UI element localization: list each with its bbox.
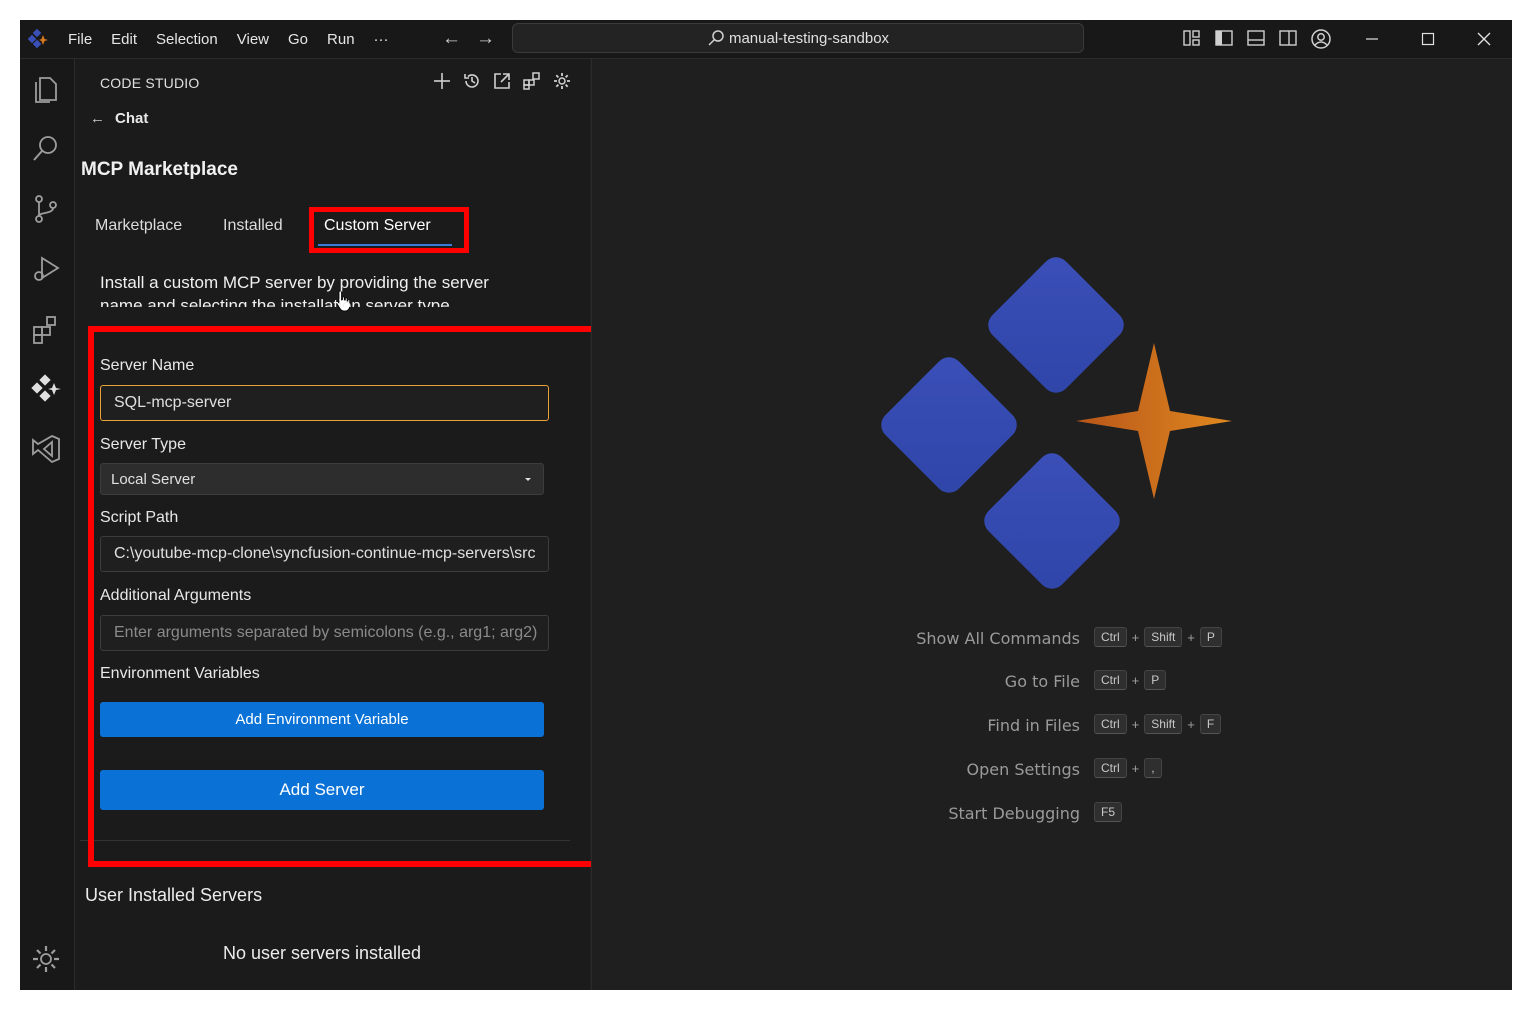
shortcut-label: Start Debugging xyxy=(948,804,1080,823)
key-p: P xyxy=(1144,670,1167,690)
menu-file[interactable]: File xyxy=(68,31,92,48)
search-text: manual-testing-sandbox xyxy=(728,29,890,47)
back-arrow-icon: ← xyxy=(90,110,105,127)
toggle-secondary-sidebar-icon[interactable] xyxy=(1278,28,1298,48)
toggle-panel-icon[interactable] xyxy=(1246,28,1266,48)
highlight-box-form xyxy=(88,326,617,867)
settings-gear-icon[interactable] xyxy=(30,943,62,975)
shortcut-keys: Ctrl + Shift + P xyxy=(1094,627,1222,647)
explorer-icon[interactable] xyxy=(30,73,62,105)
menu-bar: File Edit Selection View Go Run ··· xyxy=(68,20,408,58)
maximize-button[interactable] xyxy=(1400,20,1456,58)
key-f5: F5 xyxy=(1094,802,1123,822)
editor-area: Show All Commands Ctrl + Shift + P Go to F… xyxy=(591,59,1512,990)
menu-view[interactable]: View xyxy=(237,31,269,48)
key-ctrl: Ctrl xyxy=(1094,714,1127,734)
shortcut-label: Go to File xyxy=(1004,672,1080,691)
forward-arrow-icon[interactable]: → xyxy=(476,28,495,50)
sidebar-title: CODE STUDIO xyxy=(100,75,200,91)
close-button[interactable] xyxy=(1456,20,1512,58)
menu-edit[interactable]: Edit xyxy=(111,31,137,48)
app-logo-icon xyxy=(28,29,48,49)
code-studio-icon[interactable] xyxy=(30,373,62,405)
source-control-icon[interactable] xyxy=(30,193,62,225)
shortcut-keys: Ctrl + , xyxy=(1094,758,1162,778)
menu-selection[interactable]: Selection xyxy=(156,31,218,48)
customize-layout-icon[interactable] xyxy=(1182,28,1202,48)
key-p: P xyxy=(1199,627,1222,647)
key-ctrl: Ctrl xyxy=(1094,670,1127,690)
shortcut-label: Show All Commands xyxy=(916,629,1080,648)
shortcut-keys: Ctrl + P xyxy=(1094,670,1167,690)
run-debug-icon[interactable] xyxy=(30,253,62,285)
key-comma: , xyxy=(1144,758,1162,778)
custom-server-description: Install a custom MCP server by providing… xyxy=(100,273,489,307)
menu-run[interactable]: Run xyxy=(327,31,355,48)
gear-icon[interactable] xyxy=(552,71,572,91)
menu-more[interactable]: ··· xyxy=(374,31,389,48)
visual-studio-icon[interactable] xyxy=(30,433,62,465)
history-icon[interactable] xyxy=(462,71,482,91)
code-studio-logo-icon xyxy=(881,257,1232,589)
shortcut-find-in-files: Find in Files Ctrl + Shift + F xyxy=(592,714,1222,738)
shortcut-go-to-file: Go to File Ctrl + P xyxy=(592,670,1167,694)
close-icon xyxy=(1477,32,1491,46)
account-icon[interactable] xyxy=(1310,28,1332,50)
layout-controls xyxy=(1182,28,1344,50)
new-chat-plus-icon[interactable] xyxy=(432,71,452,91)
app-window: File Edit Selection View Go Run ··· ← → … xyxy=(20,20,1512,990)
shortcut-show-all-commands: Show All Commands Ctrl + Shift + P xyxy=(592,627,1222,651)
no-user-servers-message: No user servers installed xyxy=(222,943,422,963)
search-icon[interactable] xyxy=(30,133,62,165)
tab-marketplace[interactable]: Marketplace xyxy=(95,217,182,235)
key-shift: Shift xyxy=(1144,714,1183,734)
maximize-icon xyxy=(1421,32,1435,46)
minimize-button[interactable] xyxy=(1344,20,1400,58)
key-ctrl: Ctrl xyxy=(1094,758,1127,778)
title-bar: File Edit Selection View Go Run ··· ← → … xyxy=(20,20,1512,59)
shortcut-label: Open Settings xyxy=(966,760,1080,779)
shortcut-keys: F5 xyxy=(1094,802,1123,822)
back-arrow-icon[interactable]: ← xyxy=(442,28,461,50)
shortcut-keys: Ctrl + Shift + F xyxy=(1094,714,1222,734)
shortcut-label: Find in Files xyxy=(987,716,1080,735)
highlight-box-tab xyxy=(309,207,469,253)
menu-go[interactable]: Go xyxy=(288,31,308,48)
shortcut-open-settings: Open Settings Ctrl + , xyxy=(592,758,1162,782)
extensions-icon[interactable] xyxy=(30,313,62,345)
key-ctrl: Ctrl xyxy=(1094,627,1127,647)
search-icon xyxy=(708,30,724,46)
page-title: MCP Marketplace xyxy=(81,159,238,180)
command-center-search[interactable]: manual-testing-sandbox xyxy=(512,23,1084,53)
sidebar-actions xyxy=(432,71,582,91)
key-shift: Shift xyxy=(1144,627,1183,647)
back-to-chat-link[interactable]: ← Chat xyxy=(90,110,148,127)
open-external-icon[interactable] xyxy=(492,71,512,91)
user-installed-servers-title: User Installed Servers xyxy=(85,885,263,905)
toggle-primary-sidebar-icon[interactable] xyxy=(1214,28,1234,48)
tab-installed[interactable]: Installed xyxy=(223,217,283,235)
activity-bar xyxy=(20,59,75,990)
mcp-extensions-icon[interactable] xyxy=(522,71,542,91)
code-studio-sidebar: CODE STUDIO ← Chat MCP Marketplace Marke… xyxy=(75,59,643,990)
back-label: Chat xyxy=(115,110,149,127)
minimize-icon xyxy=(1366,38,1378,40)
shortcut-start-debugging: Start Debugging F5 xyxy=(592,802,1123,826)
key-f: F xyxy=(1199,714,1222,734)
